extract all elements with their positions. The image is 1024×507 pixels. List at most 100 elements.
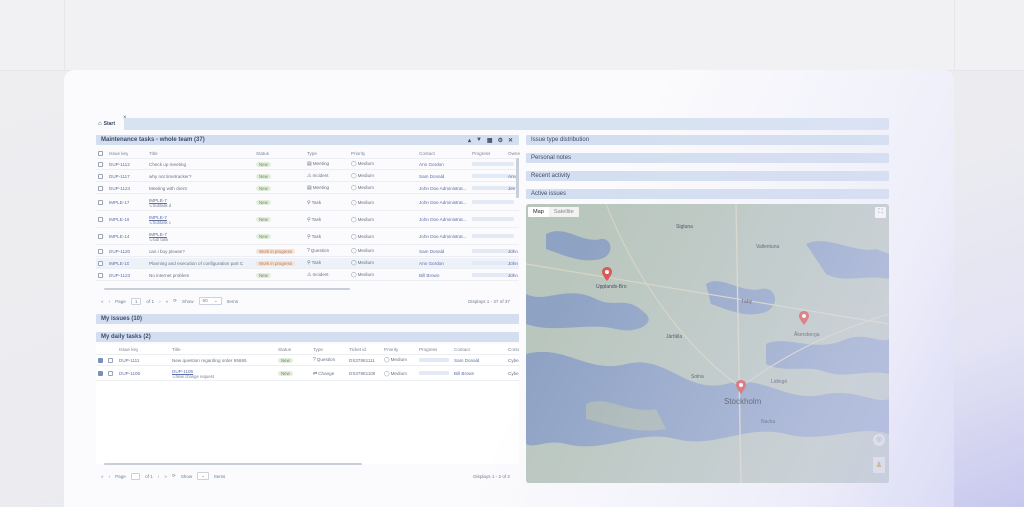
close-icon[interactable]: ✕ xyxy=(508,137,513,144)
issue-key-link[interactable]: DUP-1124 xyxy=(109,186,130,191)
collapse-icon[interactable]: ▴ xyxy=(468,137,471,144)
issue-key-link[interactable]: DUP-1111 xyxy=(119,358,139,363)
contact-link[interactable]: Sam Donald xyxy=(419,249,471,254)
first-page-icon[interactable]: « xyxy=(101,299,104,304)
horizontal-scrollbar[interactable] xyxy=(104,463,362,465)
daily-tasks-panel-header[interactable]: My daily tasks (2) xyxy=(96,332,519,342)
col-header[interactable]: Progress xyxy=(472,151,490,156)
contact-link[interactable]: John Doe Administrat... xyxy=(419,217,471,222)
col-header[interactable]: Type xyxy=(313,347,323,352)
col-header[interactable]: Contact xyxy=(454,347,470,352)
horizontal-scrollbar[interactable] xyxy=(104,288,350,290)
row-checkbox[interactable] xyxy=(98,185,103,191)
vertical-scrollbar[interactable] xyxy=(516,158,519,198)
contact-link[interactable]: John Doe Administrat... xyxy=(419,200,471,205)
contact-link[interactable]: Ann Gordon xyxy=(419,261,471,266)
next-page-icon[interactable]: › xyxy=(159,299,161,304)
row-checkbox[interactable] xyxy=(98,248,103,254)
issue-key-link[interactable]: DUP-1120 xyxy=(109,249,130,254)
col-header[interactable]: Progress xyxy=(419,347,437,352)
tab-close-icon[interactable]: × xyxy=(123,115,127,121)
last-page-icon[interactable]: » xyxy=(166,299,169,304)
table-row[interactable]: DUP-1106 DUP-1105 ↳New change request New ⇄C… xyxy=(96,367,519,381)
contact-link[interactable]: Bill Brown xyxy=(454,371,474,376)
row-checkbox[interactable] xyxy=(98,217,103,222)
col-header[interactable]: Contact xyxy=(419,151,435,156)
table-row[interactable]: DUP-1112 Check up meeting New ▤Meeting ◯Medi… xyxy=(96,159,519,170)
row-checkbox[interactable] xyxy=(98,161,103,167)
refresh-icon[interactable]: ⟳ xyxy=(172,473,176,479)
map-rotate-icon[interactable]: ◎ xyxy=(873,434,885,446)
issue-key-link[interactable]: IMPLE-10 xyxy=(109,261,129,266)
map-pin-icon[interactable] xyxy=(736,380,746,394)
page-input[interactable] xyxy=(130,472,141,480)
contact-link[interactable]: John Doe Administrat... xyxy=(419,186,471,191)
gear-icon[interactable]: ⚙ xyxy=(498,137,503,144)
first-page-icon[interactable]: « xyxy=(101,474,104,479)
map-pin-icon[interactable] xyxy=(799,311,809,325)
row-checkbox-checked[interactable] xyxy=(98,357,103,363)
recent-activity-panel-header[interactable]: Recent activity xyxy=(526,171,889,181)
row-checkbox[interactable] xyxy=(98,272,103,278)
issues-map[interactable]: Map Satellite ⛶ Upplands-Bro Vallentuna … xyxy=(526,204,889,483)
issue-key-link[interactable]: IMPLE-14 xyxy=(109,234,129,239)
refresh-icon[interactable]: ⟳ xyxy=(173,298,177,304)
issue-key-link[interactable]: DUP-1106 xyxy=(119,371,140,376)
my-issues-panel-header[interactable]: My issues (10) xyxy=(96,314,519,324)
col-header[interactable]: Issue key xyxy=(109,151,128,156)
street-view-icon[interactable]: ♟ xyxy=(873,457,885,473)
table-row[interactable]: DUP-1111 New question regarding order 656… xyxy=(96,355,519,366)
row-checkbox[interactable] xyxy=(98,173,103,179)
page-size-select[interactable]: ⌄ xyxy=(197,472,210,480)
issue-key-link[interactable]: IMPLE-17 xyxy=(109,200,129,205)
select-all-checkbox[interactable] xyxy=(98,150,103,156)
row-checkbox[interactable] xyxy=(98,200,103,205)
issue-key-link[interactable]: DUP-1117 xyxy=(109,174,130,179)
prev-page-icon[interactable]: ‹ xyxy=(109,474,111,479)
row-checkbox[interactable] xyxy=(98,234,103,239)
contact-link[interactable]: Sam Donald xyxy=(419,174,471,179)
col-header[interactable]: Issue key xyxy=(119,347,138,352)
personal-notes-panel-header[interactable]: Personal notes xyxy=(526,153,889,163)
columns-icon[interactable]: ▦ xyxy=(487,137,493,144)
row-checkbox[interactable] xyxy=(98,260,103,266)
col-header[interactable]: Owner xyxy=(508,151,520,156)
col-header[interactable]: Status xyxy=(278,347,291,352)
map-pin-icon[interactable] xyxy=(602,267,612,281)
issue-key-link[interactable]: IMPLE-16 xyxy=(109,217,129,222)
table-row[interactable]: DUP-1120 can i buy please? Work in progres… xyxy=(96,246,519,257)
row-checkbox[interactable] xyxy=(108,371,113,376)
table-row[interactable]: DUP-1124 Meeting with client New ▤Meeting ◯M… xyxy=(96,183,519,194)
contact-link[interactable]: Bill Brown xyxy=(419,273,471,278)
issue-key-link[interactable]: DUP-1112 xyxy=(109,162,130,167)
col-header[interactable]: Ticket id xyxy=(349,347,366,352)
col-header[interactable]: Title xyxy=(149,151,158,156)
map-tab[interactable]: Map xyxy=(528,207,549,217)
table-row[interactable]: IMPLE-16 IMPLE-7 ↳Subtask c New ⚲Task ◯Medium… xyxy=(96,212,519,228)
issue-type-panel-header[interactable]: Issue type distribution xyxy=(526,135,889,145)
table-row[interactable]: IMPLE-14 IMPLE-7 ↳sub task New ⚲Task ◯Medium J… xyxy=(96,229,519,245)
contact-link[interactable]: John Doe Administrat... xyxy=(419,234,471,239)
active-issues-panel-header[interactable]: Active issues xyxy=(526,189,889,199)
contact-link[interactable]: Sam Donald xyxy=(454,358,479,363)
page-size-select[interactable]: 50 ⌄ xyxy=(198,297,222,305)
fullscreen-icon[interactable]: ⛶ xyxy=(875,207,886,218)
row-checkbox[interactable] xyxy=(108,357,113,363)
page-input[interactable]: 1 xyxy=(130,297,142,305)
next-page-icon[interactable]: › xyxy=(158,474,160,479)
issue-key-link[interactable]: DUP-1123 xyxy=(109,273,130,278)
col-header[interactable]: Status xyxy=(256,151,269,156)
last-page-icon[interactable]: » xyxy=(164,474,167,479)
col-header[interactable]: Title xyxy=(172,347,181,352)
col-header[interactable]: Type xyxy=(307,151,317,156)
col-header[interactable]: Priority xyxy=(351,151,365,156)
table-row[interactable]: DUP-1117 why not timetracker? New ⚠Incident… xyxy=(96,171,519,182)
row-checkbox-checked[interactable] xyxy=(98,371,103,376)
contact-link[interactable]: Ann Gordon xyxy=(419,162,471,167)
col-header[interactable]: Conta xyxy=(508,347,519,352)
table-row[interactable]: DUP-1123 No internet problem New ⚠Incident ◯… xyxy=(96,270,519,281)
tab-start[interactable]: ⌂ Start xyxy=(96,118,124,130)
table-row[interactable]: IMPLE-17 IMPLE-7 ↳Subtask d New ⚲Task ◯Medium… xyxy=(96,195,519,211)
table-row[interactable]: IMPLE-10 Planning and execution of config… xyxy=(96,258,519,269)
prev-page-icon[interactable]: ‹ xyxy=(109,299,111,304)
